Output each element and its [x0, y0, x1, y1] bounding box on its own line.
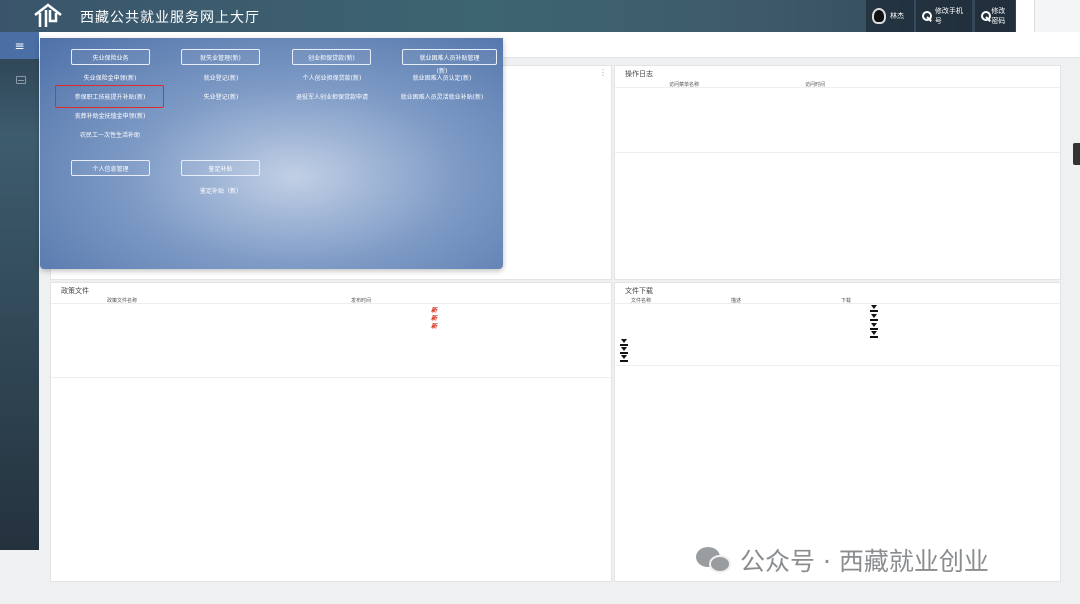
site-title: 西藏公共就业服务网上大厅	[80, 10, 260, 26]
category-personal-info[interactable]: 个人信息管理	[71, 160, 150, 176]
menu-link[interactable]: 失业登记(新)	[204, 94, 239, 102]
menu-link[interactable]: 就业困难人员认定(新)	[413, 75, 472, 83]
panel-title: 政策文件	[61, 287, 89, 295]
download-icon[interactable]	[620, 347, 628, 355]
watermark-text: 公众号 · 西藏就业创业	[740, 547, 989, 576]
download-icon[interactable]	[870, 314, 878, 322]
wechat-icon	[696, 545, 732, 575]
menu-link[interactable]: 丧葬补助金抚恤金申领(新)	[75, 113, 146, 121]
panel-title: 操作日志	[625, 70, 653, 78]
header-spacer	[1016, 0, 1034, 32]
menu-link[interactable]: 就业登记(新)	[204, 75, 239, 83]
download-icon[interactable]	[620, 355, 628, 363]
menu-link[interactable]: 农民工一次性生活补助	[80, 132, 140, 140]
download-icon[interactable]	[870, 323, 878, 331]
menu-link[interactable]: 个人创业担保贷款(新)	[303, 75, 362, 83]
menu-toggle-button[interactable]: ≡	[0, 32, 39, 59]
print-icon[interactable]	[16, 76, 26, 84]
home-logo-icon[interactable]	[32, 3, 64, 29]
highlight-box	[55, 85, 164, 108]
change-password-button[interactable]: 修改密码	[975, 0, 1015, 32]
category-startup-loan[interactable]: 创业担保贷款(新)	[292, 49, 371, 65]
user-name: 林杰	[890, 12, 904, 20]
sidebar: ≡	[0, 32, 39, 550]
key-icon	[922, 11, 932, 21]
more-icon[interactable]: ⋮	[599, 68, 607, 77]
key-icon	[981, 11, 992, 21]
download-icon[interactable]	[870, 331, 878, 339]
panel-title: 文件下载	[625, 287, 653, 295]
category-hardship-subsidy[interactable]: 就业困难人员补贴管理	[402, 49, 497, 65]
category-unemployment-insurance[interactable]: 失业保险业务	[71, 49, 150, 65]
menu-link[interactable]: 鉴定补贴（新）	[200, 188, 242, 196]
menu-link[interactable]: 退役军人创业担保贷款申请	[296, 94, 368, 102]
change-phone-button[interactable]: 修改手机号	[916, 0, 972, 32]
change-phone-label: 修改手机号	[934, 7, 963, 25]
app-header: 西藏公共就业服务网上大厅 林杰 修改手机号 修改密码	[0, 0, 1080, 32]
new-badge: 新	[431, 323, 438, 330]
change-password-label: 修改密码	[991, 7, 1006, 25]
menu-icon: ≡	[14, 38, 25, 53]
avatar	[872, 8, 886, 24]
menu-link[interactable]: 就业困难人员灵活就业补贴(新)	[400, 94, 484, 102]
header-right-area	[1034, 0, 1080, 32]
file-download-panel: 文件下载 文件名称 描述 下载	[614, 282, 1061, 582]
download-icon[interactable]	[620, 339, 628, 347]
side-scroll-tab[interactable]	[1073, 143, 1080, 165]
menu-link[interactable]: 失业保险金申领(新)	[84, 75, 137, 83]
watermark: 公众号 · 西藏就业创业	[696, 542, 989, 578]
service-mega-menu: 失业保险业务 就失业管理(新) 创业担保贷款(新) 就业困难人员补贴管理 失业保…	[40, 38, 503, 269]
category-appraisal-subsidy[interactable]: 鉴定补贴	[181, 160, 260, 176]
operation-log-panel: 操作日志 访问菜单名称 访问时间	[614, 65, 1061, 280]
category-employment-management[interactable]: 就失业管理(新)	[181, 49, 260, 65]
user-menu[interactable]: 林杰	[866, 0, 914, 32]
policy-files-panel: 政策文件 政策文件名称 发布时间 新 新 新	[50, 282, 612, 582]
download-icon[interactable]	[870, 305, 878, 313]
